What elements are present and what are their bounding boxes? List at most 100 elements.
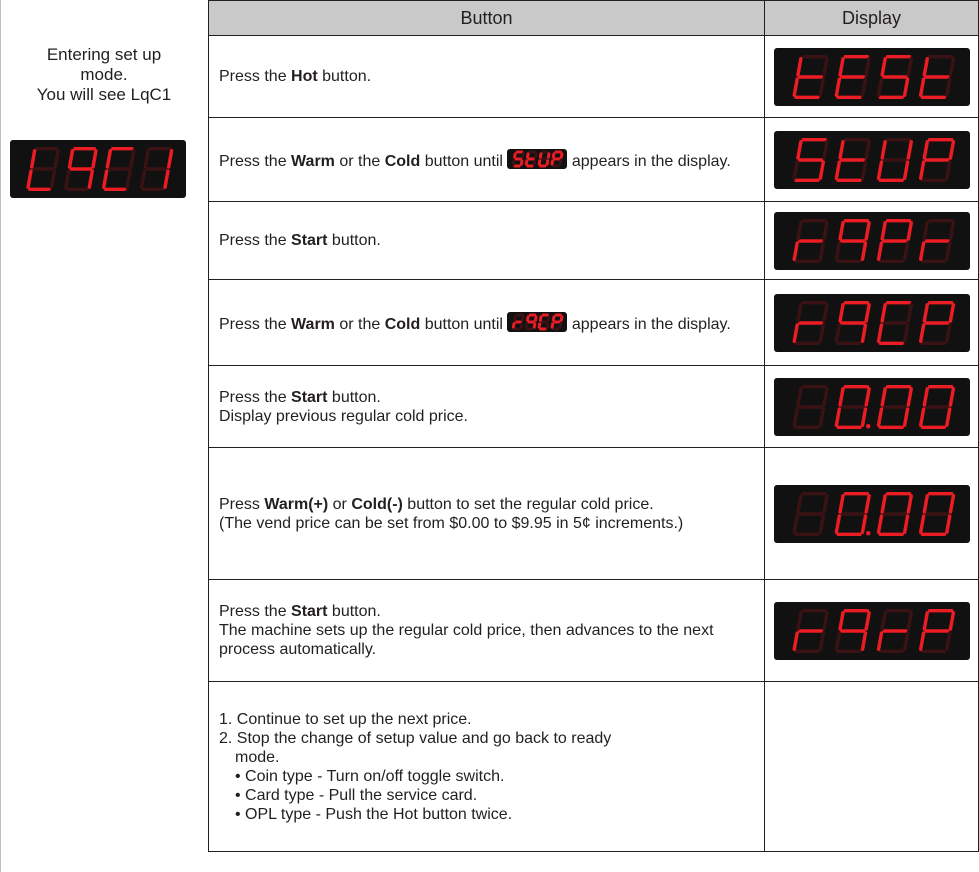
instruction-text: The machine sets up the regular cold pri… <box>219 622 714 658</box>
step-row-7: Press the Start button. The machine sets … <box>208 579 979 682</box>
setup-intro-line-1: Entering set up <box>46 45 162 64</box>
setup-intro-line-2: mode. <box>80 65 128 84</box>
decimal-point <box>865 423 870 429</box>
bullet-line: • Card type - Pull the service card. <box>235 786 478 804</box>
seven-segment-display <box>773 377 970 436</box>
step-instruction: Press the Warm or the Cold button until … <box>208 117 765 202</box>
instruction-text: appears in the display. <box>567 152 731 170</box>
button-name: Warm <box>291 315 335 333</box>
instruction-line: mode. <box>235 748 280 766</box>
step-row-3: Press the Start button. <box>208 201 979 280</box>
step-instruction: Press Warm(+) or Cold(-) button to set t… <box>208 447 765 580</box>
segment-b <box>560 151 564 159</box>
segment-b <box>547 151 551 159</box>
setup-intro-column: Entering set up mode. You will see LqC1 <box>0 0 208 872</box>
button-name: Cold <box>384 152 421 170</box>
seven-segment-display <box>773 293 970 352</box>
segment-b <box>560 314 564 322</box>
instruction-text: button. <box>327 232 381 249</box>
instruction-text: Display previous regular cold price. <box>219 407 468 425</box>
step-instruction: Press the Start button. The machine sets … <box>208 579 765 682</box>
segment-c <box>558 158 563 166</box>
step-display <box>764 35 979 118</box>
seven-segment-display <box>773 47 970 106</box>
instruction-text: (The vend price can be set from $0.00 to… <box>219 514 684 532</box>
instruction-text: appears in the display. <box>567 315 731 333</box>
step-instruction: Press the Hot button. <box>208 35 765 118</box>
step-instruction: 1. Continue to set up the next price. 2. … <box>208 681 765 852</box>
instruction-text: button until <box>420 315 508 333</box>
segment-f <box>513 314 518 322</box>
instruction-text: button until <box>420 152 508 170</box>
step-display <box>764 447 979 580</box>
segment-b <box>521 151 526 159</box>
button-column-header: Button <box>208 0 765 36</box>
instruction-text: Press <box>219 495 265 513</box>
button-name: Start <box>291 603 328 620</box>
instruction-text: or the <box>334 152 385 170</box>
step-display <box>764 117 979 202</box>
instruction-text: button. <box>317 68 372 85</box>
instruction-text: Press the <box>219 603 292 620</box>
segment-b <box>547 314 551 322</box>
inline-display-code <box>507 311 568 332</box>
seven-segment-display <box>10 140 186 198</box>
segment-f <box>526 314 531 322</box>
segment-c <box>520 321 524 329</box>
step-row-5: Press the Start button. Display previous … <box>208 365 979 448</box>
instruction-text: button. <box>327 388 381 406</box>
segment-f <box>539 314 543 322</box>
step-instruction: Press the Start button. Display previous … <box>208 365 765 448</box>
instruction-text: button to set the regular cold price. <box>402 495 654 513</box>
segment-f <box>552 151 556 159</box>
segment-e <box>525 321 529 329</box>
instruction-text: button. <box>327 603 381 620</box>
segment-c <box>520 158 524 166</box>
inline-display-code <box>507 148 568 169</box>
segment-f <box>513 151 518 159</box>
instruction-text: or the <box>334 315 385 333</box>
step-row-4: Press the Warm or the Cold button until … <box>208 279 979 366</box>
button-name: Start <box>291 232 328 249</box>
seven-segment-display <box>773 130 970 189</box>
segment-e <box>512 158 516 166</box>
step-instruction: Press the Start button. <box>208 201 765 280</box>
seven-segment-display <box>773 601 970 660</box>
segment-f <box>539 151 543 159</box>
step-row-1: Press the Hot button. <box>208 35 979 118</box>
setup-intro-title: Entering set up mode. You will see LqC1 <box>0 45 208 105</box>
button-name: Cold(-) <box>351 495 403 513</box>
setup-intro-line-3: You will see LqC1 <box>36 85 172 104</box>
segment-e <box>525 158 529 166</box>
instruction-text: Press the <box>219 232 292 249</box>
step-display <box>764 201 979 280</box>
button-name: Cold <box>384 315 421 333</box>
instruction-text: Press the <box>219 152 292 170</box>
segment-c <box>558 321 563 329</box>
instruction-text: Press the <box>219 315 292 333</box>
seven-segment-display <box>773 211 970 270</box>
segment-f <box>552 314 556 322</box>
segment-e <box>512 321 516 329</box>
instruction-line: 2. Stop the change of setup value and go… <box>219 729 612 747</box>
segment-f <box>526 151 531 159</box>
segment-e <box>550 321 555 329</box>
display-column-header: Display <box>764 0 979 36</box>
step-display <box>764 279 979 366</box>
segment-e <box>550 158 555 166</box>
bullet-line: • OPL type - Push the Hot button twice. <box>235 805 513 823</box>
segment-c <box>546 321 550 329</box>
segment-e <box>538 321 542 329</box>
instruction-text: Press the <box>219 68 292 85</box>
button-name: Warm(+) <box>264 495 329 513</box>
segment-c <box>533 321 537 329</box>
step-display-empty <box>764 681 979 852</box>
step-row-6: Press Warm(+) or Cold(-) button to set t… <box>208 447 979 580</box>
table-header-row: Button Display <box>208 0 979 36</box>
segment-e <box>538 158 542 166</box>
button-name: Hot <box>291 68 318 85</box>
instruction-line: 1. Continue to set up the next price. <box>219 710 472 728</box>
segment-b <box>521 314 526 322</box>
button-name: Start <box>291 388 328 406</box>
step-row-8: 1. Continue to set up the next price. 2. … <box>208 681 979 852</box>
